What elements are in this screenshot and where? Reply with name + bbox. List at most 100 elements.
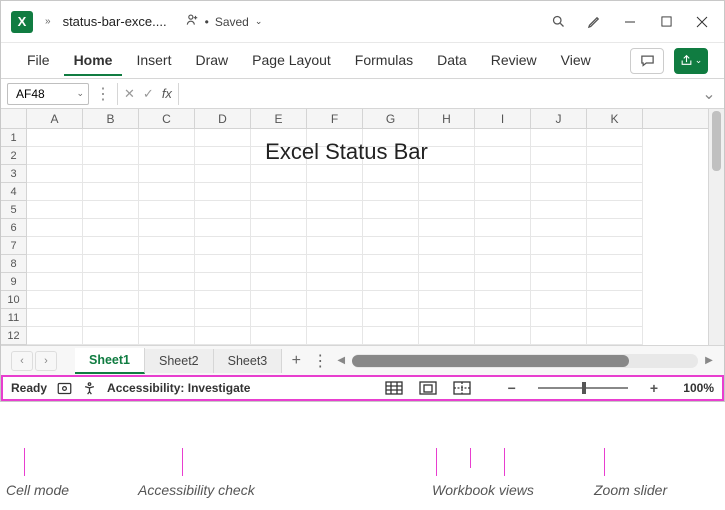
row-header[interactable]: 11 xyxy=(1,309,27,327)
cell[interactable] xyxy=(531,255,587,273)
cell[interactable] xyxy=(83,219,139,237)
cell[interactable] xyxy=(419,327,475,345)
cell[interactable] xyxy=(475,255,531,273)
cell[interactable] xyxy=(587,273,643,291)
cell[interactable] xyxy=(139,183,195,201)
cell[interactable] xyxy=(531,219,587,237)
cell[interactable] xyxy=(587,291,643,309)
sheet-tab[interactable]: Sheet3 xyxy=(214,349,283,373)
page-layout-view-button[interactable] xyxy=(416,379,440,397)
column-header[interactable]: C xyxy=(139,109,195,128)
cell[interactable] xyxy=(587,237,643,255)
zoom-percent[interactable]: 100% xyxy=(672,381,714,395)
cell[interactable] xyxy=(475,201,531,219)
row-header[interactable]: 8 xyxy=(1,255,27,273)
row-header[interactable]: 12 xyxy=(1,327,27,345)
cell[interactable] xyxy=(83,309,139,327)
cell[interactable] xyxy=(195,201,251,219)
cell[interactable] xyxy=(531,165,587,183)
cell[interactable] xyxy=(251,201,307,219)
cell[interactable] xyxy=(251,255,307,273)
ribbon-tab-file[interactable]: File xyxy=(17,46,60,76)
cell[interactable] xyxy=(27,165,83,183)
cell[interactable] xyxy=(195,273,251,291)
cell[interactable] xyxy=(363,291,419,309)
cell[interactable] xyxy=(83,237,139,255)
vertical-scrollbar[interactable] xyxy=(708,109,724,345)
cell[interactable] xyxy=(27,183,83,201)
cell[interactable] xyxy=(531,309,587,327)
cell[interactable] xyxy=(251,183,307,201)
row-header[interactable]: 6 xyxy=(1,219,27,237)
ribbon-tab-page-layout[interactable]: Page Layout xyxy=(242,46,341,76)
cell[interactable] xyxy=(363,165,419,183)
cell[interactable] xyxy=(195,291,251,309)
cell[interactable] xyxy=(419,291,475,309)
normal-view-button[interactable] xyxy=(382,379,406,397)
cell[interactable] xyxy=(27,309,83,327)
cell[interactable] xyxy=(83,291,139,309)
column-header[interactable]: I xyxy=(475,109,531,128)
cell[interactable] xyxy=(363,237,419,255)
cell[interactable] xyxy=(419,237,475,255)
name-box[interactable]: AF48 ⌄ xyxy=(7,83,89,105)
cell[interactable] xyxy=(27,237,83,255)
row-header[interactable]: 9 xyxy=(1,273,27,291)
expand-formula-bar-icon[interactable]: ⌄ xyxy=(700,84,718,104)
document-filename[interactable]: status-bar-exce.... xyxy=(63,14,167,29)
column-header[interactable]: E xyxy=(251,109,307,128)
cell[interactable] xyxy=(195,255,251,273)
cell[interactable] xyxy=(83,183,139,201)
cell[interactable] xyxy=(307,201,363,219)
ribbon-tab-data[interactable]: Data xyxy=(427,46,477,76)
search-icon[interactable] xyxy=(540,7,576,37)
column-header[interactable]: H xyxy=(419,109,475,128)
cell[interactable] xyxy=(587,309,643,327)
cell[interactable] xyxy=(195,219,251,237)
column-header[interactable]: B xyxy=(83,109,139,128)
cell[interactable] xyxy=(251,165,307,183)
formula-input[interactable] xyxy=(183,83,696,105)
cell[interactable] xyxy=(83,165,139,183)
cancel-icon[interactable]: ✕ xyxy=(124,86,135,102)
cell[interactable] xyxy=(195,327,251,345)
scroll-left-icon[interactable]: ◀ xyxy=(334,355,348,366)
ribbon-tab-view[interactable]: View xyxy=(551,46,601,76)
cell[interactable] xyxy=(307,219,363,237)
cell[interactable] xyxy=(587,183,643,201)
row-header[interactable]: 10 xyxy=(1,291,27,309)
cell[interactable] xyxy=(139,165,195,183)
cell[interactable] xyxy=(531,237,587,255)
row-header[interactable]: 4 xyxy=(1,183,27,201)
add-sheet-button[interactable]: + xyxy=(282,352,310,370)
row-header[interactable]: 5 xyxy=(1,201,27,219)
status-accessibility-label[interactable]: Accessibility: Investigate xyxy=(107,381,250,395)
accessibility-icon[interactable] xyxy=(82,381,97,396)
cell[interactable] xyxy=(83,201,139,219)
column-header[interactable]: G xyxy=(363,109,419,128)
cell[interactable] xyxy=(363,255,419,273)
column-header[interactable]: J xyxy=(531,109,587,128)
cell[interactable] xyxy=(531,291,587,309)
cell[interactable] xyxy=(251,291,307,309)
close-button[interactable] xyxy=(684,7,720,37)
cell[interactable] xyxy=(475,219,531,237)
cell[interactable] xyxy=(419,201,475,219)
cell[interactable] xyxy=(531,183,587,201)
cell[interactable] xyxy=(195,165,251,183)
ribbon-tab-review[interactable]: Review xyxy=(481,46,547,76)
cell[interactable] xyxy=(27,273,83,291)
row-header[interactable]: 7 xyxy=(1,237,27,255)
cell[interactable] xyxy=(475,291,531,309)
cell[interactable] xyxy=(363,309,419,327)
cell[interactable] xyxy=(307,309,363,327)
cell[interactable] xyxy=(195,237,251,255)
comments-button[interactable] xyxy=(630,48,664,74)
cell[interactable] xyxy=(419,273,475,291)
maximize-button[interactable] xyxy=(648,7,684,37)
cell[interactable] xyxy=(475,183,531,201)
cell[interactable] xyxy=(363,219,419,237)
sheet-tab[interactable]: Sheet2 xyxy=(145,349,214,373)
cell[interactable] xyxy=(27,255,83,273)
share-button[interactable]: ⌄ xyxy=(674,48,708,74)
